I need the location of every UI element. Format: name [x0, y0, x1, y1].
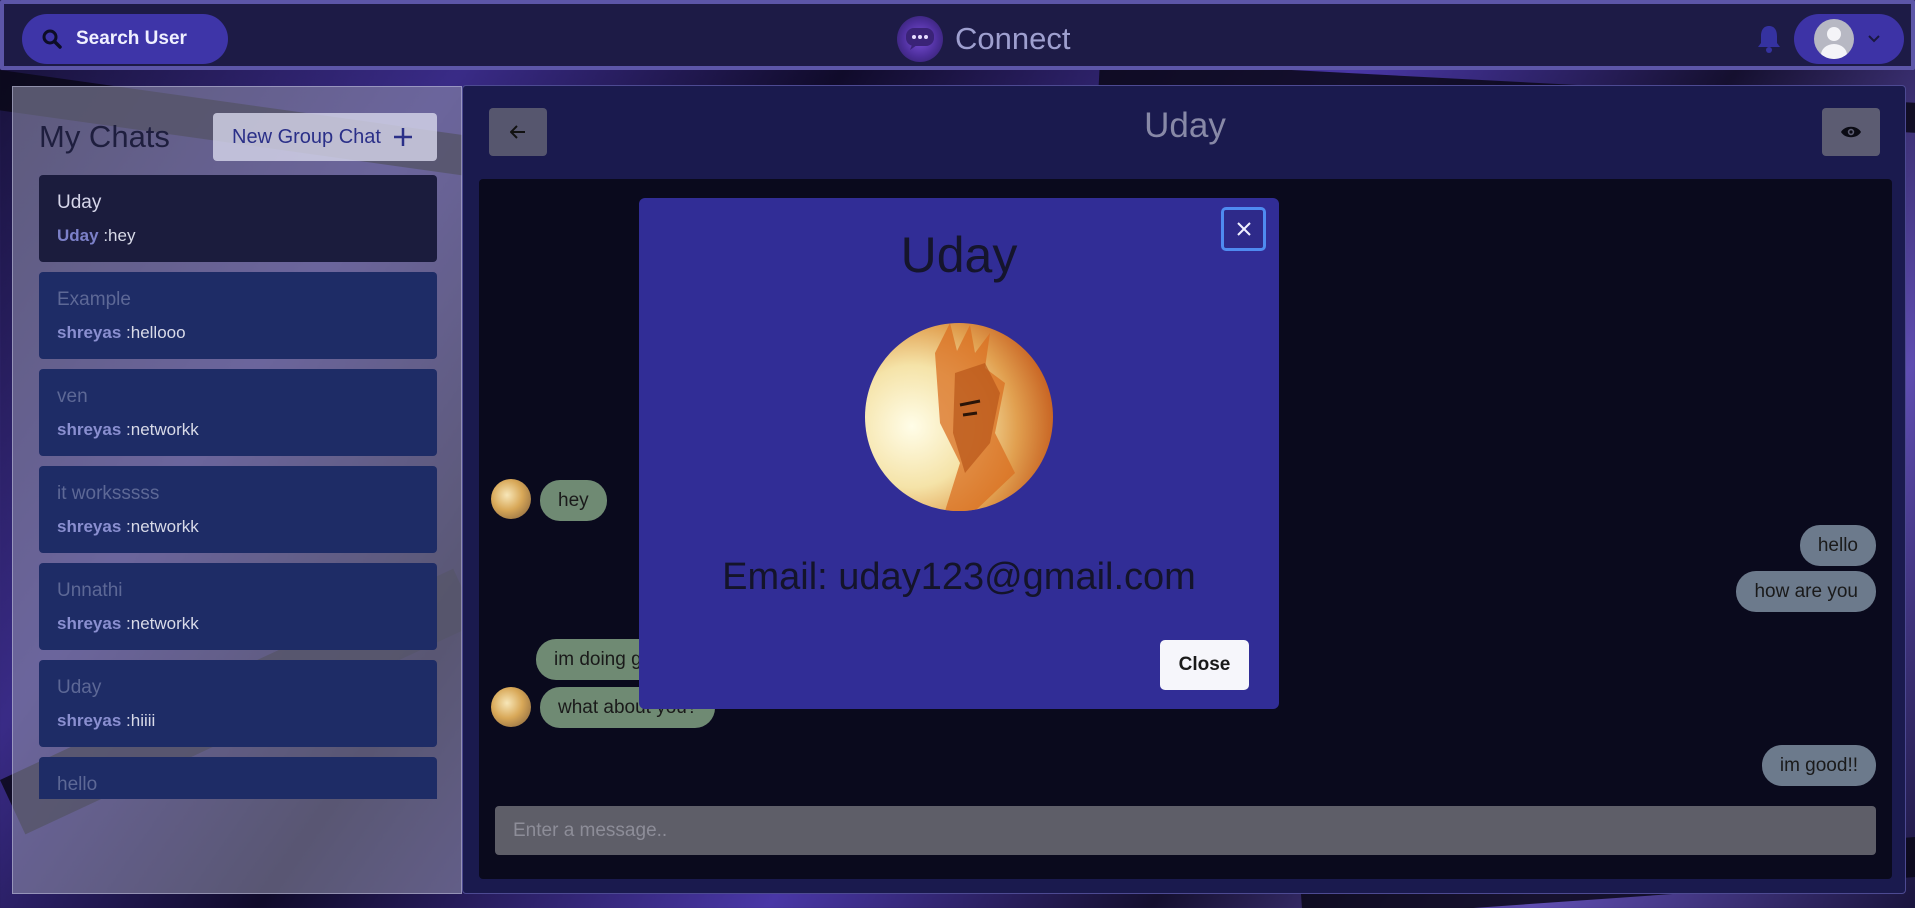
modal-title: Uday: [900, 227, 1018, 283]
close-icon: [1236, 222, 1251, 236]
modal-close-x-button[interactable]: [1221, 207, 1266, 251]
profile-modal: Uday Email: uday123@gmail.com Close: [639, 198, 1279, 709]
modal-close-button[interactable]: Close: [1160, 640, 1249, 690]
profile-email: Email: uday123@gmail.com: [722, 556, 1196, 598]
profile-picture: [865, 323, 1053, 511]
